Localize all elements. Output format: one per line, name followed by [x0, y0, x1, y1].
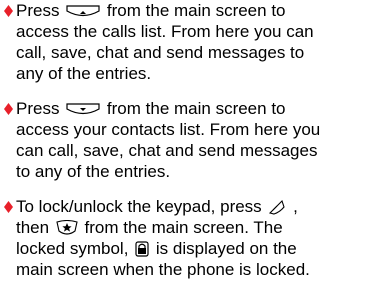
lock-icon [135, 241, 149, 257]
up-softkey-icon [66, 5, 100, 17]
text-line: locked symbol, is displayed on the [16, 238, 366, 259]
text-line: To lock/unlock the keypad, press , [16, 196, 366, 217]
text-line: access the calls list. From here you can [16, 22, 314, 41]
text-line: Press from the main screen to [16, 98, 366, 119]
bullet-diamond-icon [4, 103, 13, 115]
instruction-text: Press from the main screen to access you… [16, 98, 366, 182]
text-span: To lock/unlock the keypad, press [16, 197, 267, 216]
text-span: from the main screen to [106, 99, 286, 118]
text-span: is displayed on the [155, 239, 297, 258]
bullet-diamond-icon [4, 201, 13, 213]
text-line: call, save, chat and send messages to [16, 43, 305, 62]
text-line: any of the entries. [16, 64, 152, 83]
text-line: Press from the main screen to [16, 0, 366, 21]
text-line: access your contacts list. From here you [16, 120, 321, 139]
text-line: main screen when the phone is locked. [16, 260, 310, 279]
text-span: Press [16, 99, 65, 118]
instruction-text: Press from the main screen to access the… [16, 0, 366, 84]
text-span: from the main screen. The [84, 218, 283, 237]
text-span: , [293, 197, 298, 216]
text-line: can call, save, chat and send messages [16, 141, 318, 160]
text-line: then from the main screen. The [16, 217, 366, 238]
text-span: then [16, 218, 54, 237]
text-span: from the main screen to [106, 1, 286, 20]
down-softkey-icon [66, 103, 100, 115]
star-key-icon [56, 220, 78, 235]
bullet-diamond-icon [4, 5, 13, 17]
instruction-text: To lock/unlock the keypad, press , then … [16, 196, 366, 280]
left-softkey-icon [269, 199, 286, 215]
text-span: Press [16, 1, 65, 20]
text-span: locked symbol, [16, 239, 134, 258]
text-line: to any of the entries. [16, 162, 171, 181]
manual-page: Press from the main screen to access the… [0, 0, 367, 290]
